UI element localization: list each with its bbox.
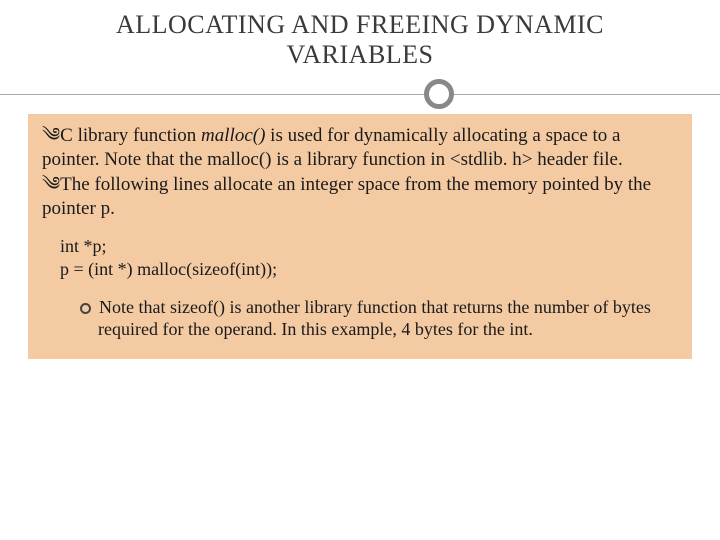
- slide: ALLOCATING AND FREEING DYNAMIC VARIABLES…: [0, 0, 720, 540]
- bullet-1-emphasis: malloc(): [201, 125, 265, 146]
- bullet-1-text-pre: C library function: [60, 125, 201, 146]
- divider-circle-icon: [424, 79, 454, 109]
- content-box: ༄C library function malloc() is used for…: [28, 114, 692, 359]
- bullet-item-2: ༄The following lines allocate an integer…: [42, 173, 678, 221]
- sub-bullet-1: Note that sizeof() is another library fu…: [80, 296, 678, 341]
- divider-line: [0, 94, 720, 95]
- code-line-1: int *p;: [60, 235, 678, 258]
- swirl-icon: ༄: [42, 174, 60, 195]
- bullet-item-1: ༄C library function malloc() is used for…: [42, 124, 678, 172]
- code-block: int *p; p = (int *) malloc(sizeof(int));: [60, 235, 678, 282]
- title-divider: [0, 78, 720, 110]
- swirl-icon: ༄: [42, 125, 60, 146]
- circle-bullet-icon: [80, 303, 91, 314]
- code-line-2: p = (int *) malloc(sizeof(int));: [60, 258, 678, 281]
- bullet-2-text: The following lines allocate an integer …: [42, 174, 651, 219]
- slide-title: ALLOCATING AND FREEING DYNAMIC VARIABLES: [0, 0, 720, 76]
- sub-bullet-1-text: Note that sizeof() is another library fu…: [98, 297, 651, 340]
